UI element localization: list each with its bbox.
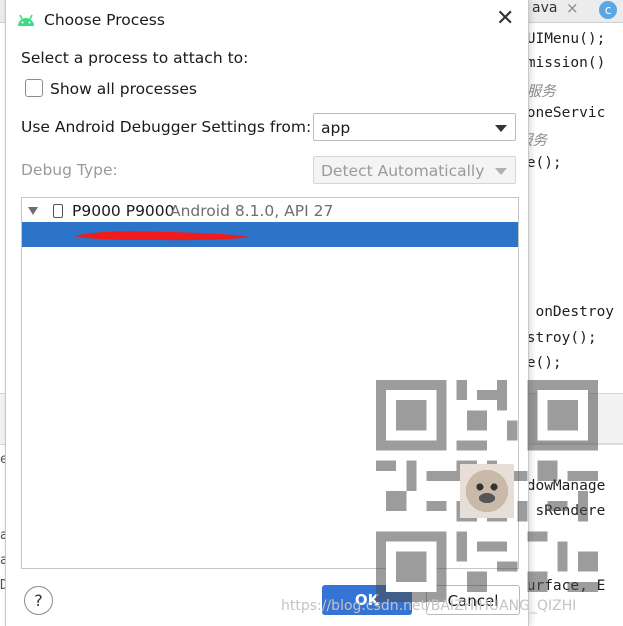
- show-all-processes-label[interactable]: Show all processes: [50, 80, 197, 98]
- code-line: rmission(): [518, 55, 606, 71]
- code-line: d onDestroy: [518, 304, 615, 320]
- dialog-title: Choose Process: [44, 11, 165, 29]
- tree-expand-icon[interactable]: [28, 207, 38, 215]
- device-details: Android 8.1.0, API 27: [170, 202, 334, 220]
- debug-type-label: Debug Type:: [21, 161, 118, 179]
- help-button[interactable]: ?: [24, 586, 53, 615]
- selected-process-row[interactable]: [22, 222, 518, 247]
- debugger-settings-value: app: [321, 119, 351, 137]
- attach-prompt: Select a process to attach to:: [21, 49, 249, 67]
- chevron-down-icon: [495, 125, 507, 132]
- class-file-icon[interactable]: c: [599, 1, 617, 19]
- device-icon: [53, 204, 63, 218]
- redaction-scribble: [74, 231, 250, 241]
- editor-tab-close-icon[interactable]: ×: [566, 0, 579, 17]
- code-line: honeServic: [518, 105, 606, 121]
- close-icon[interactable]: ✕: [496, 7, 514, 31]
- device-name: P9000 P9000: [72, 202, 175, 220]
- android-icon: [18, 14, 34, 26]
- debugger-settings-label: Use Android Debugger Settings from:: [21, 118, 312, 136]
- watermark-text: https://blog.csdn.net/BAIZHIHUANG_QIZHI: [281, 598, 577, 614]
- debug-type-value: Detect Automatically: [321, 162, 485, 180]
- chevron-down-icon: [495, 168, 507, 175]
- show-all-processes-checkbox[interactable]: [25, 79, 43, 97]
- code-line: estroy();: [518, 330, 597, 346]
- debug-type-dropdown[interactable]: Detect Automatically: [313, 156, 516, 184]
- editor-tab-label[interactable]: ava: [532, 0, 557, 16]
- debugger-settings-dropdown[interactable]: app: [313, 113, 516, 141]
- qr-code-overlay: [376, 380, 598, 602]
- code-line: mUIMenu();: [518, 31, 606, 47]
